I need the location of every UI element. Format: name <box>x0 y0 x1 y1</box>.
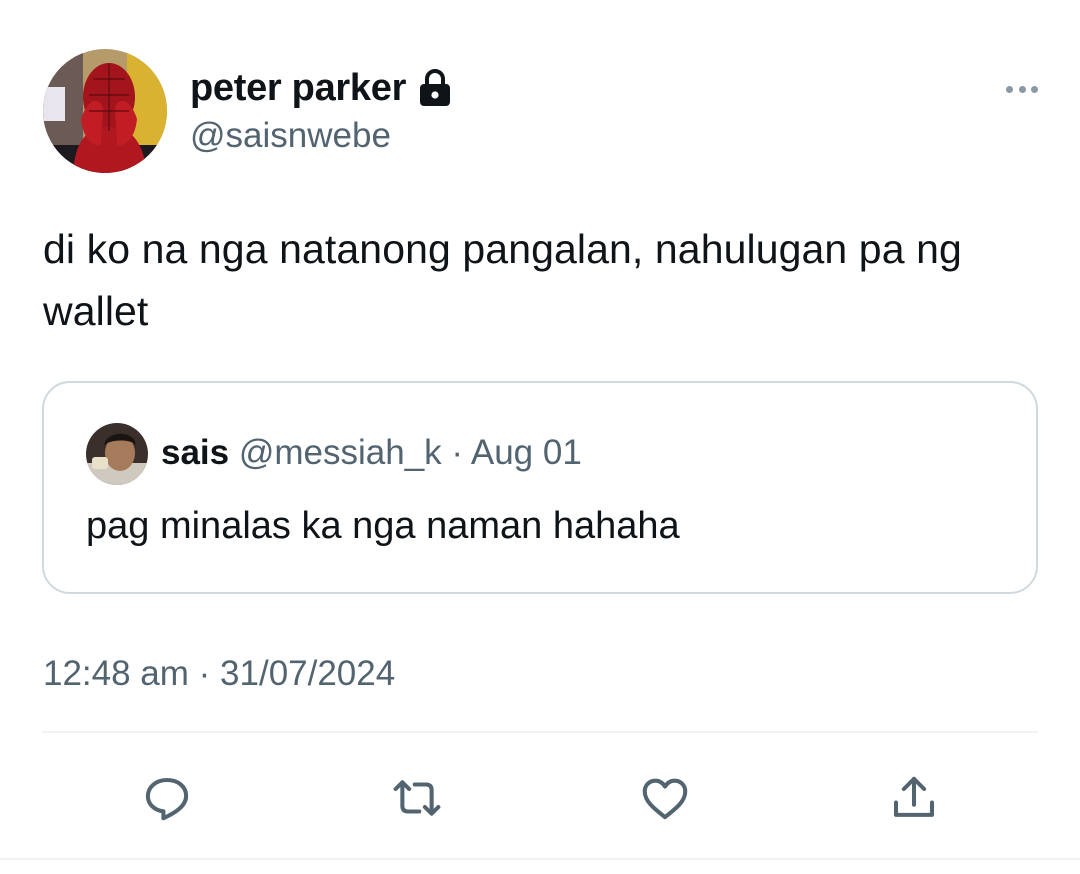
action-bar <box>0 760 1080 836</box>
quoted-tweet[interactable]: sais @messiah_k · Aug 01 pag minalas ka … <box>42 381 1038 594</box>
divider <box>42 731 1038 733</box>
quoted-handle[interactable]: @messiah_k <box>239 433 442 472</box>
author-handle[interactable]: @saisnwebe <box>190 116 391 156</box>
more-options-icon[interactable] <box>1002 76 1042 102</box>
quoted-display-name[interactable]: sais <box>161 433 229 472</box>
tweet-timestamp[interactable]: 12:48 am · 31/07/2024 <box>43 654 395 694</box>
spiderman-avatar-image <box>43 49 167 173</box>
bottom-divider <box>0 858 1080 860</box>
author-name-row: peter parker <box>190 64 452 112</box>
like-button[interactable] <box>627 760 703 836</box>
tweet-text: di ko na nga natanong pangalan, nahuluga… <box>43 226 962 334</box>
reply-button[interactable] <box>129 760 205 836</box>
reply-icon <box>145 777 189 821</box>
quoted-author-avatar[interactable] <box>86 423 148 485</box>
author-display-name[interactable]: peter parker <box>190 67 406 110</box>
like-icon <box>642 778 688 820</box>
person-photo-avatar <box>86 423 148 485</box>
share-icon <box>893 776 935 817</box>
share-button[interactable] <box>876 760 952 836</box>
quoted-tweet-text: pag minalas ka nga naman hahaha <box>86 505 680 547</box>
lock-icon <box>418 68 452 108</box>
author-avatar[interactable] <box>43 49 167 173</box>
quoted-separator: · <box>451 433 464 472</box>
retweet-button[interactable] <box>379 760 455 836</box>
quoted-date: Aug 01 <box>470 433 582 472</box>
retweet-icon <box>393 780 441 816</box>
quoted-tweet-header: sais @messiah_k · Aug 01 <box>161 433 582 473</box>
tweet-detail: peter parker @saisnwebe di ko na nga nat… <box>0 0 1080 874</box>
